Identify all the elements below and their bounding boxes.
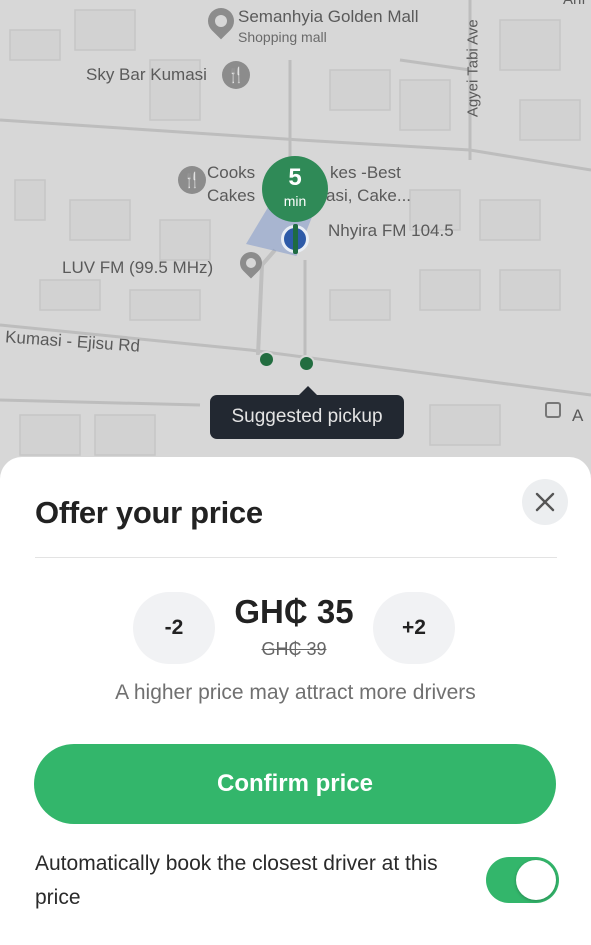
eta-value: 5 [288, 164, 302, 191]
current-price: GH₵ 35 [234, 593, 354, 630]
close-button[interactable] [522, 479, 568, 525]
confirm-price-button[interactable]: Confirm price [34, 744, 556, 824]
map-label-nhyira[interactable]: Nhyira FM 104.5 [328, 221, 454, 241]
map-label-sky-bar[interactable]: Sky Bar Kumasi [86, 65, 207, 85]
divider [35, 557, 557, 558]
map-label-cakes-1[interactable]: kes -Best [330, 163, 401, 183]
eta-badge: 5 min [262, 156, 328, 222]
eta-unit: min [283, 193, 307, 209]
bus-stop-icon [545, 402, 561, 418]
close-icon [535, 492, 555, 512]
price-hint: A higher price may attract more drivers [115, 681, 476, 704]
auto-book-label: Automatically book the closest driver at… [35, 852, 438, 909]
map-label-top-right: Anı [563, 0, 586, 9]
decrease-price-button[interactable]: -2 [133, 592, 215, 664]
offer-price-sheet: Offer your price -2 GH₵ 35 GH₵ 39 +2 A h… [0, 457, 591, 945]
suggested-pickup-tooltip[interactable]: Suggested pickup [210, 386, 404, 439]
restaurant-pin-icon[interactable]: 🍴 [222, 61, 250, 89]
auto-book-toggle[interactable] [486, 857, 559, 903]
previous-price: GH₵ 39 [261, 639, 327, 659]
map-label-cakes-2[interactable]: asi, Cake... [326, 186, 411, 206]
suggested-pickup-marker[interactable] [298, 355, 315, 372]
map-label-luv-fm[interactable]: LUV FM (99.5 MHz) [62, 258, 213, 278]
map-label-mall-type: Shopping mall [238, 29, 327, 45]
map-label-avenue: Agyei Tabi Ave [464, 19, 482, 118]
increase-price-button[interactable]: +2 [373, 592, 455, 664]
toggle-knob [516, 860, 556, 900]
sheet-title: Offer your price [35, 495, 263, 530]
map-view[interactable]: Semanhyia Golden Mall Shopping mall Sky … [0, 0, 591, 480]
current-location-marker [281, 224, 309, 254]
map-label-edge: A [572, 406, 584, 425]
pickup-point-marker[interactable] [258, 351, 275, 368]
map-label-mall[interactable]: Semanhyia Golden Mall [238, 7, 418, 27]
map-label-cooks-2[interactable]: Cakes [207, 186, 255, 206]
restaurant-pin-icon[interactable]: 🍴 [178, 166, 206, 194]
map-label-cooks-1[interactable]: Cooks [207, 163, 255, 183]
